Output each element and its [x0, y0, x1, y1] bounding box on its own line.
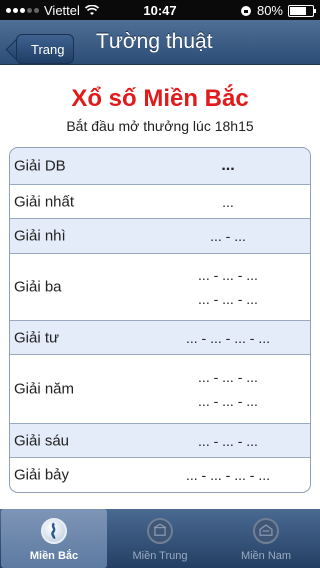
battery-percent: 80%	[256, 3, 283, 18]
temple-icon	[253, 518, 279, 544]
prize-value: ... - ... - ...	[198, 291, 258, 307]
table-row: Giải năm ... - ... - ... ... - ... - ...	[10, 355, 310, 424]
tab-mien-nam[interactable]: Miền Nam	[213, 509, 319, 568]
prize-label: Giải DB	[14, 157, 66, 175]
prize-value: ... - ... - ...	[198, 393, 258, 409]
prize-value: ... - ... - ... - ...	[186, 329, 270, 346]
tab-label: Miền Nam	[240, 550, 292, 562]
building-icon	[147, 518, 173, 544]
table-row: Giải sáu ... - ... - ...	[10, 424, 310, 458]
prize-value: ...	[221, 157, 235, 174]
page-title: Tường thuật	[96, 30, 213, 53]
prize-value: ... - ... - ...	[198, 267, 258, 283]
prize-label: Giải nhất	[14, 193, 75, 210]
draw-start-time: Bắt đầu mở thưởng lúc 18h15	[66, 118, 254, 134]
table-row: Giải tư ... - ... - ... - ...	[10, 321, 310, 355]
status-bar: Viettel 10:47 80%	[0, 0, 320, 20]
prize-label: Giải bảy	[14, 466, 70, 484]
results-table: Giải DB ... Giải nhất ... Giải nhì ... -…	[9, 147, 311, 493]
table-row: Giải nhất ...	[10, 185, 310, 219]
table-row: Giải nhì ... - ...	[10, 219, 310, 254]
prize-value: ... - ... - ...	[198, 432, 258, 449]
tab-bar: Miền Bắc Miền Trung Miền Nam	[0, 509, 320, 568]
prize-value: ... - ... - ... - ...	[186, 467, 270, 483]
back-button-label[interactable]: Trang chủ	[16, 34, 75, 87]
prize-value: ... - ... - ...	[198, 369, 258, 385]
table-row: Giải DB ...	[10, 148, 310, 185]
tab-mien-trung[interactable]: Miền Trung	[107, 509, 213, 568]
prize-value: ... - ...	[210, 228, 246, 244]
prize-label: Giải năm	[14, 380, 75, 398]
prize-label: Giải nhì	[14, 227, 66, 245]
rotation-lock-icon	[240, 5, 251, 16]
table-row: Giải bảy ... - ... - ... - ...	[10, 458, 310, 492]
table-row: Giải ba ... - ... - ... ... - ... - ...	[10, 254, 310, 321]
tab-label: Miền Bắc	[29, 550, 79, 562]
prize-label: Giải tư	[14, 329, 60, 346]
tab-mien-bac[interactable]: Miền Bắc	[1, 509, 107, 568]
tab-label: Miền Trung	[132, 550, 188, 562]
prize-value: ...	[222, 193, 234, 210]
battery-icon	[288, 4, 316, 17]
prize-label: Giải sáu	[14, 432, 70, 449]
region-map-icon	[41, 518, 67, 544]
prize-label: Giải ba	[14, 278, 62, 296]
